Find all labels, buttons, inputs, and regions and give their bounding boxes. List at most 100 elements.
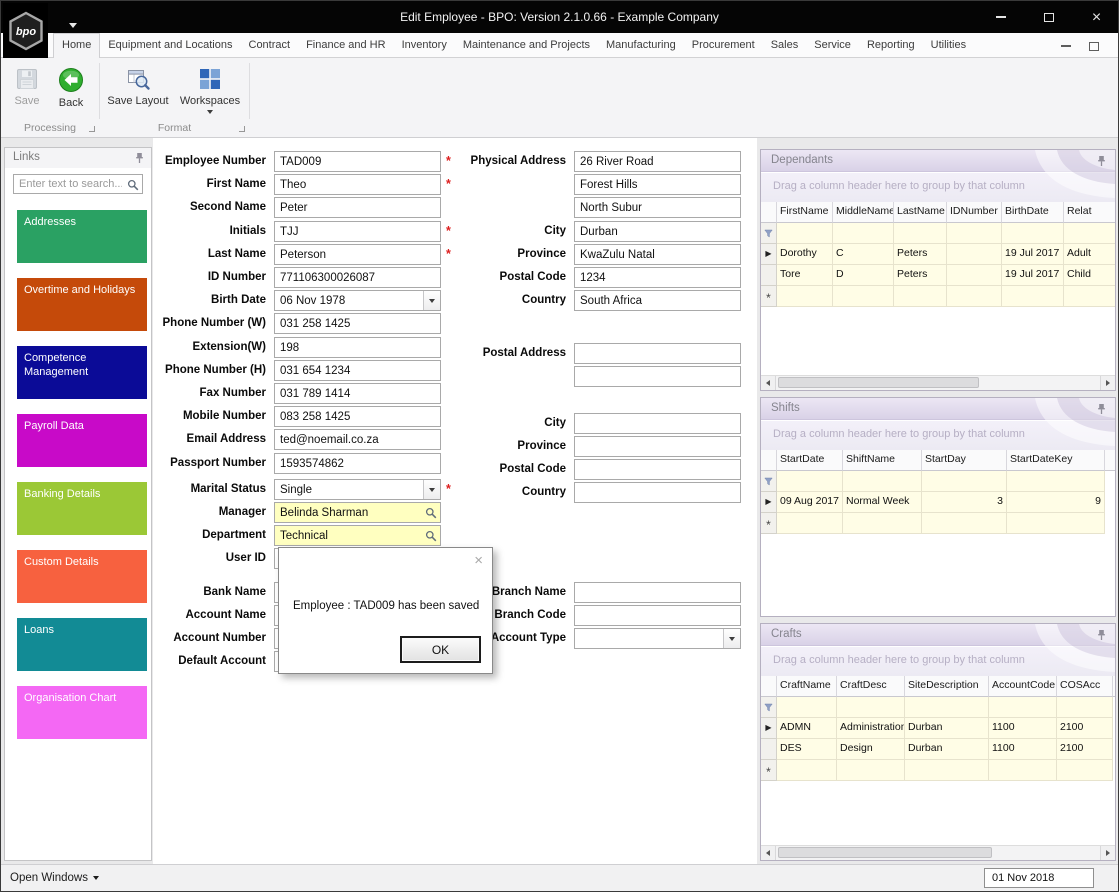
maximize-button[interactable] [1041, 10, 1056, 25]
link-loans[interactable]: Loans [17, 618, 147, 671]
shifts-panel-header[interactable]: Shifts Drag a column header here to grou… [761, 398, 1115, 450]
email-address-input[interactable] [274, 429, 441, 450]
link-banking-details[interactable]: Banking Details [17, 482, 147, 535]
second-name-input[interactable] [274, 197, 441, 218]
dialog-launcher-icon[interactable] [89, 126, 95, 132]
scrollbar-track[interactable] [776, 376, 1100, 390]
mobile-number-input[interactable] [274, 406, 441, 427]
grid-cell[interactable]: Durban [905, 739, 989, 760]
address-line-input[interactable] [574, 366, 741, 387]
column-header-relat[interactable]: Relat [1064, 202, 1115, 223]
country-input[interactable] [574, 482, 741, 503]
pin-icon[interactable] [1096, 155, 1107, 167]
new-row-cell[interactable] [1002, 286, 1064, 307]
column-header-shiftname[interactable]: ShiftName [843, 450, 922, 471]
physical-address-input[interactable] [574, 151, 741, 172]
first-name-input[interactable] [274, 174, 441, 195]
search-icon[interactable] [127, 178, 139, 196]
filter-cell[interactable] [894, 223, 947, 244]
tab-manufacturing[interactable]: Manufacturing [598, 33, 684, 58]
tab-utilities[interactable]: Utilities [923, 33, 974, 58]
ribbon-options-icon[interactable] [1086, 39, 1102, 53]
column-header-idnumber[interactable]: IDNumber [947, 202, 1002, 223]
link-organisation-chart[interactable]: Organisation Chart [17, 686, 147, 739]
tab-equipment-and-locations[interactable]: Equipment and Locations [100, 33, 240, 58]
grid-cell[interactable]: Administration [837, 718, 905, 739]
city-input[interactable] [574, 221, 741, 242]
column-header-startday[interactable]: StartDay [922, 450, 1007, 471]
new-row-cell[interactable] [922, 513, 1007, 534]
grid-cell[interactable] [947, 265, 1002, 286]
filter-cell[interactable] [1057, 697, 1113, 718]
filter-cell[interactable] [777, 471, 843, 492]
birth-date-input[interactable] [274, 290, 441, 311]
employee-number-input[interactable] [274, 151, 441, 172]
link-overtime-and-holidays[interactable]: Overtime and Holidays [17, 278, 147, 331]
tab-reporting[interactable]: Reporting [859, 33, 923, 58]
filter-cell[interactable] [989, 697, 1057, 718]
new-row-cell[interactable] [989, 760, 1057, 781]
initials-input[interactable] [274, 221, 441, 242]
grid-cell[interactable]: 19 Jul 2017 [1002, 244, 1064, 265]
back-button[interactable]: Back [49, 61, 93, 110]
branch-code-input[interactable] [574, 605, 741, 626]
chevron-down-icon[interactable] [423, 480, 440, 499]
pin-icon[interactable] [1096, 403, 1107, 415]
grid-cell[interactable]: 2100 [1057, 739, 1113, 760]
last-name-input[interactable] [274, 244, 441, 265]
scroll-right-icon[interactable] [1100, 376, 1115, 390]
grid-cell[interactable] [947, 244, 1002, 265]
links-search-input[interactable] [13, 174, 143, 194]
workspaces-button[interactable]: Workspaces [175, 61, 245, 114]
column-header-lastname[interactable]: LastName [894, 202, 947, 223]
grid-cell[interactable]: Adult [1064, 244, 1115, 265]
filter-cell[interactable] [947, 223, 1002, 244]
id-number-input[interactable] [274, 267, 441, 288]
tab-procurement[interactable]: Procurement [684, 33, 763, 58]
save-button[interactable]: Save [7, 61, 47, 108]
new-row-cell[interactable] [894, 286, 947, 307]
filter-cell[interactable] [1064, 223, 1115, 244]
scroll-right-icon[interactable] [1100, 846, 1115, 860]
column-header-cosacc[interactable]: COSAcc [1057, 676, 1113, 697]
filter-cell[interactable] [843, 471, 922, 492]
filter-cell[interactable] [777, 223, 833, 244]
address-line-input[interactable] [574, 174, 741, 195]
grid-cell[interactable]: Child [1064, 265, 1115, 286]
filter-cell[interactable] [837, 697, 905, 718]
branch-name-input[interactable] [574, 582, 741, 603]
address-line-input[interactable] [574, 197, 741, 218]
new-row-cell[interactable] [1064, 286, 1115, 307]
grid-cell[interactable]: C [833, 244, 894, 265]
link-custom-details[interactable]: Custom Details [17, 550, 147, 603]
scrollbar-thumb[interactable] [778, 377, 979, 388]
grid-cell[interactable]: 3 [922, 492, 1007, 513]
filter-cell[interactable] [1007, 471, 1105, 492]
country-input[interactable] [574, 290, 741, 311]
column-header-startdate[interactable]: StartDate [777, 450, 843, 471]
column-header-middlename[interactable]: MiddleName [833, 202, 894, 223]
fax-number-input[interactable] [274, 383, 441, 404]
postal-code-input[interactable] [574, 459, 741, 480]
new-row-cell[interactable] [1007, 513, 1105, 534]
grid-cell[interactable]: 09 Aug 2017 [777, 492, 843, 513]
tab-home[interactable]: Home [53, 33, 101, 58]
pin-icon[interactable] [134, 152, 145, 164]
close-button[interactable]: × [1089, 9, 1104, 25]
postal-address-input[interactable] [574, 343, 741, 364]
pin-icon[interactable] [1096, 629, 1107, 641]
new-row-cell[interactable] [777, 513, 843, 534]
city-input[interactable] [574, 413, 741, 434]
column-header-firstname[interactable]: FirstName [777, 202, 833, 223]
marital-status-input[interactable] [274, 479, 441, 500]
minimize-button[interactable] [993, 10, 1008, 25]
scrollbar-thumb[interactable] [778, 847, 992, 858]
grid-cell[interactable]: Peters [894, 265, 947, 286]
column-header-craftname[interactable]: CraftName [777, 676, 837, 697]
grid-cell[interactable]: Design [837, 739, 905, 760]
link-addresses[interactable]: Addresses [17, 210, 147, 263]
minimize-ribbon-icon[interactable] [1058, 39, 1074, 53]
horizontal-scrollbar[interactable] [761, 375, 1115, 390]
search-icon[interactable] [425, 529, 437, 547]
column-header-sitedescription[interactable]: SiteDescription [905, 676, 989, 697]
